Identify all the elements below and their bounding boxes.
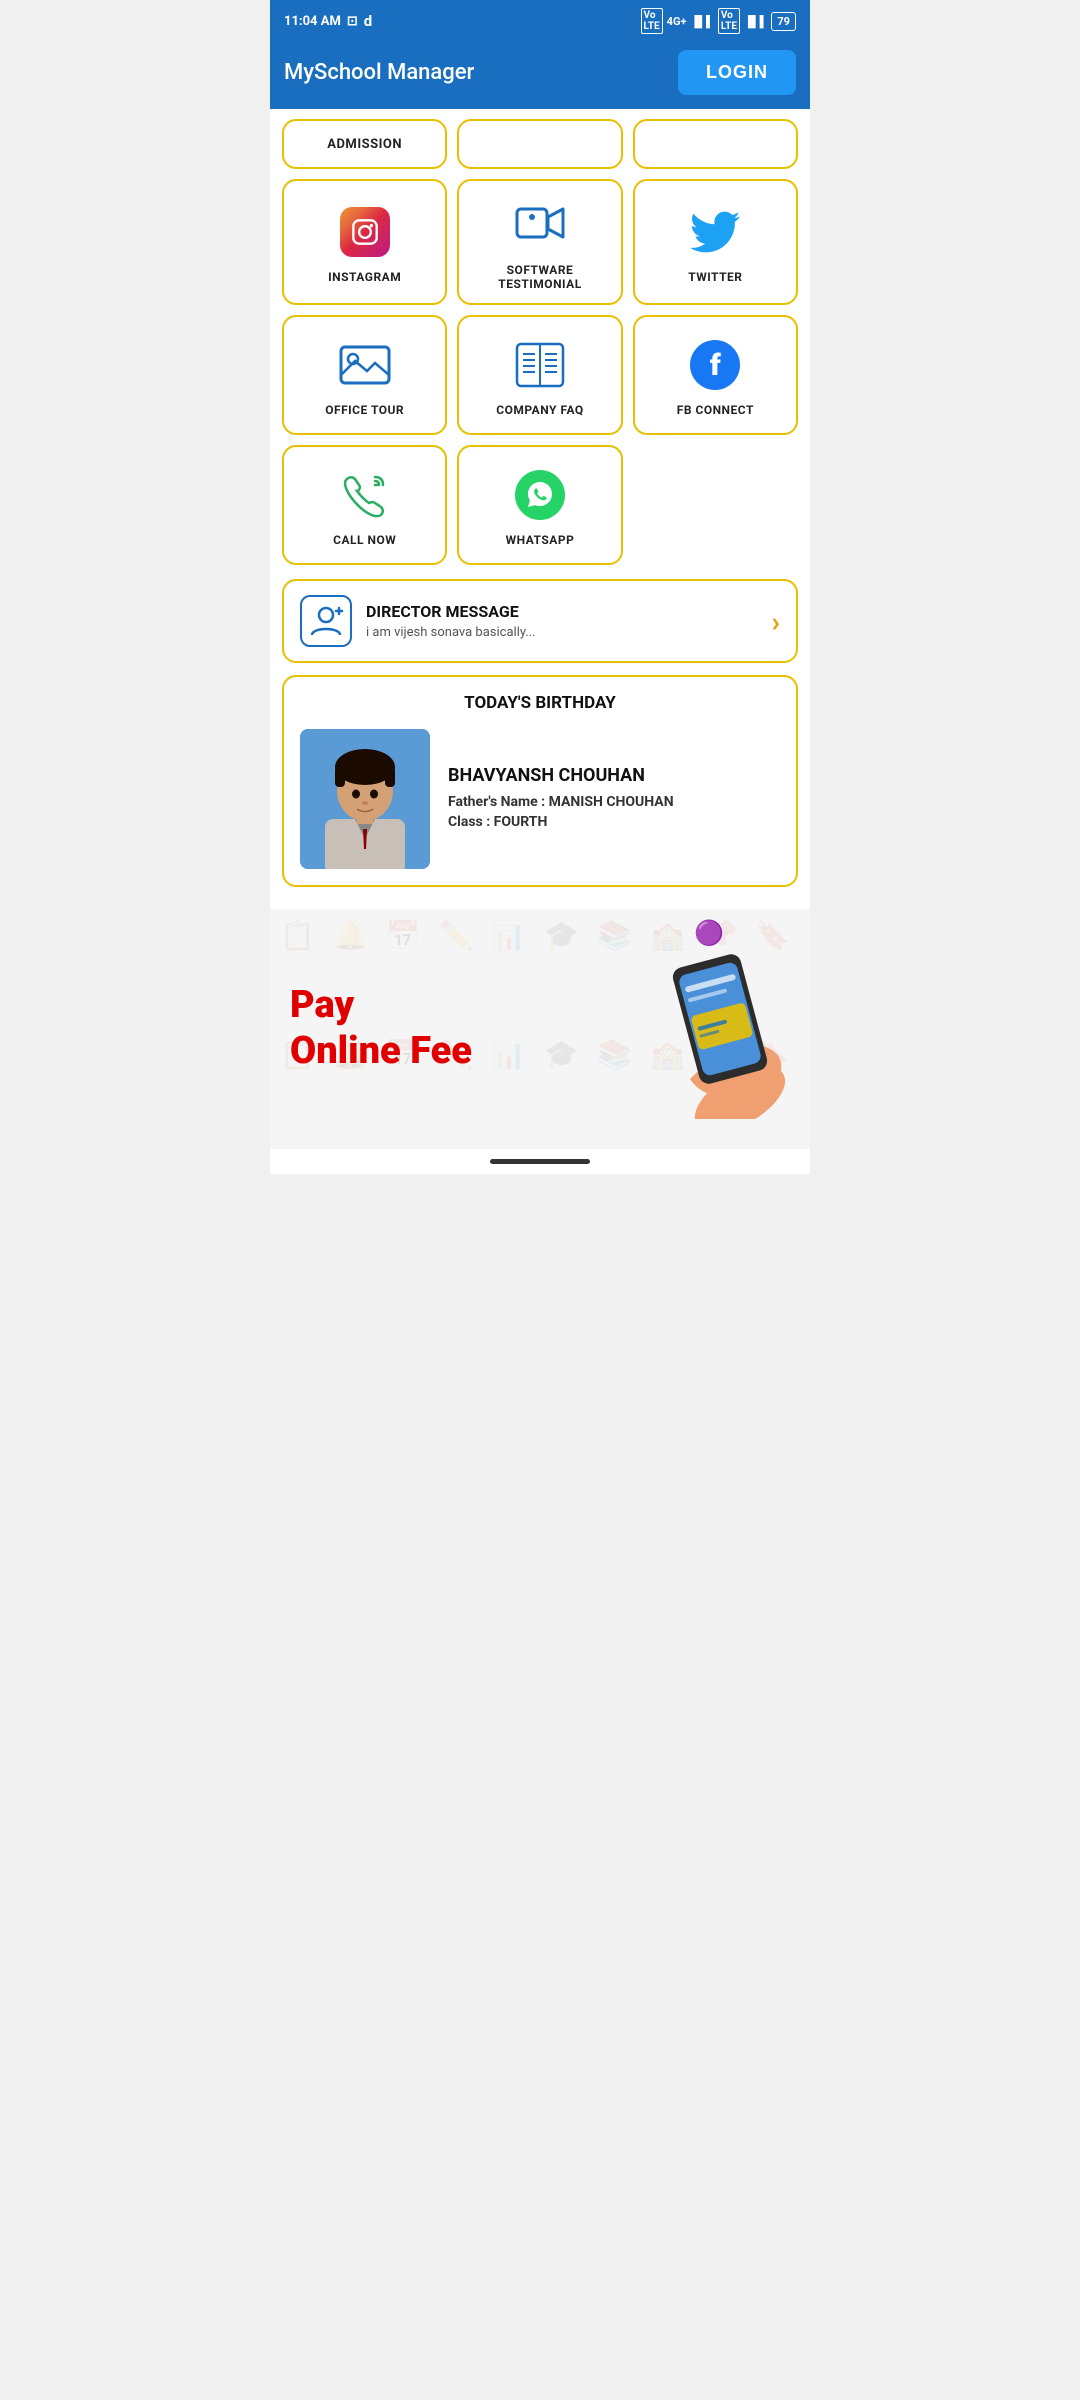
call-now-label: CALL NOW [333, 533, 396, 547]
top-item-2[interactable] [457, 119, 622, 169]
birthday-student-name: BHAVYANSH CHOUHAN [448, 765, 674, 786]
grid-row-2: OFFICE TOUR COMPANY FAQ [282, 315, 798, 435]
signal-bars2: ▐▌▌ [744, 15, 767, 28]
grid-row-1: INSTAGRAM SOFTWARE TESTIMONIAL TWITTER [282, 179, 798, 305]
birthday-class: Class : FOURTH [448, 814, 674, 830]
birthday-card: TODAY'S BIRTHDAY [282, 675, 798, 887]
empty-cell [633, 445, 798, 565]
banner-text: Pay Online Fee [290, 983, 472, 1074]
network-label: 4G+ [667, 15, 687, 28]
birthday-info: BHAVYANSH CHOUHAN Father's Name : MANISH… [448, 765, 674, 834]
director-text: DIRECTOR MESSAGE i am vijesh sonava basi… [366, 602, 758, 640]
fb-connect-label: FB CONNECT [677, 403, 754, 417]
whatsapp-button[interactable]: WHATSAPP [457, 445, 622, 565]
software-testimonial-button[interactable]: SOFTWARE TESTIMONIAL [457, 179, 622, 305]
facebook-icon-wrap: f [687, 337, 743, 393]
software-testimonial-label: SOFTWARE TESTIMONIAL [498, 263, 581, 291]
director-title: DIRECTOR MESSAGE [366, 602, 758, 621]
pay-online-banner[interactable]: 📋🔔📅✏️📊 🎓📚🏫📌🔖 📋🔔📅✏️📊 🎓📚🏫📌🔖 Pay Online Fee… [270, 909, 810, 1149]
whatsapp-icon-wrap [512, 467, 568, 523]
director-subtitle: i am vijesh sonava basically... [366, 625, 758, 640]
instagram-icon [340, 207, 390, 257]
instagram-label: INSTAGRAM [328, 270, 401, 284]
signal-bars: ▐▌▌ [690, 15, 713, 28]
app-header: MySchool Manager LOGIN [270, 40, 810, 109]
bottom-bar [270, 1149, 810, 1174]
video-icon-wrap [512, 197, 568, 253]
company-faq-button[interactable]: COMPANY FAQ [457, 315, 622, 435]
company-faq-label: COMPANY FAQ [496, 403, 583, 417]
director-arrow: › [772, 605, 780, 638]
director-message-card[interactable]: DIRECTOR MESSAGE i am vijesh sonava basi… [282, 579, 798, 663]
top-item-3[interactable] [633, 119, 798, 169]
student-avatar-image [300, 729, 430, 869]
office-tour-button[interactable]: OFFICE TOUR [282, 315, 447, 435]
whatsapp-label: WHATSAPP [506, 533, 575, 547]
battery-display: 79 [771, 12, 796, 31]
grid-row-3: CALL NOW WHATSAPP [282, 445, 798, 565]
phone-hand-svg [630, 939, 790, 1119]
phone-icon-wrap [337, 467, 393, 523]
time-display: 11:04 AM [284, 14, 341, 29]
office-tour-label: OFFICE TOUR [325, 403, 404, 417]
student-photo [300, 729, 430, 869]
book-icon [515, 342, 565, 388]
volte-icon2: VoLTE [718, 8, 740, 34]
birthday-content: BHAVYANSH CHOUHAN Father's Name : MANISH… [300, 729, 780, 869]
call-now-button[interactable]: CALL NOW [282, 445, 447, 565]
phone-call-icon [341, 471, 389, 519]
twitter-icon [690, 210, 740, 254]
top-row: ADMISSION [282, 119, 798, 169]
home-indicator [490, 1159, 590, 1164]
floating-icon: 🟣 [694, 919, 724, 947]
image-icon-wrap [337, 337, 393, 393]
status-bar: 11:04 AM ⊡ d VoLTE 4G+ ▐▌▌ VoLTE ▐▌▌ 79 [270, 0, 810, 40]
birthday-father-name: Father's Name : MANISH CHOUHAN [448, 794, 674, 810]
twitter-icon-wrap [687, 204, 743, 260]
d-icon: d [364, 12, 372, 30]
facebook-icon: f [690, 340, 740, 390]
whatsapp-icon [515, 470, 565, 520]
person-plus-icon [308, 603, 344, 639]
admission-button[interactable]: ADMISSION [282, 119, 447, 169]
twitter-button[interactable]: TWITTER [633, 179, 798, 305]
director-icon [300, 595, 352, 647]
banner-phone-graphic: 🟣 [630, 939, 790, 1119]
birthday-section-title: TODAY'S BIRTHDAY [300, 693, 780, 713]
image-icon [339, 343, 391, 387]
admission-label: ADMISSION [327, 137, 402, 152]
main-content: ADMISSION INSTAGRAM [270, 109, 810, 909]
instagram-button[interactable]: INSTAGRAM [282, 179, 447, 305]
fb-connect-button[interactable]: f FB CONNECT [633, 315, 798, 435]
book-icon-wrap [512, 337, 568, 393]
volte-icon: VoLTE [641, 8, 663, 34]
video-camera-icon [515, 203, 565, 247]
app-title: MySchool Manager [284, 60, 474, 85]
sim-icon: ⊡ [347, 14, 358, 29]
twitter-label: TWITTER [688, 270, 742, 284]
instagram-icon-wrap [337, 204, 393, 260]
login-button[interactable]: LOGIN [678, 50, 796, 95]
